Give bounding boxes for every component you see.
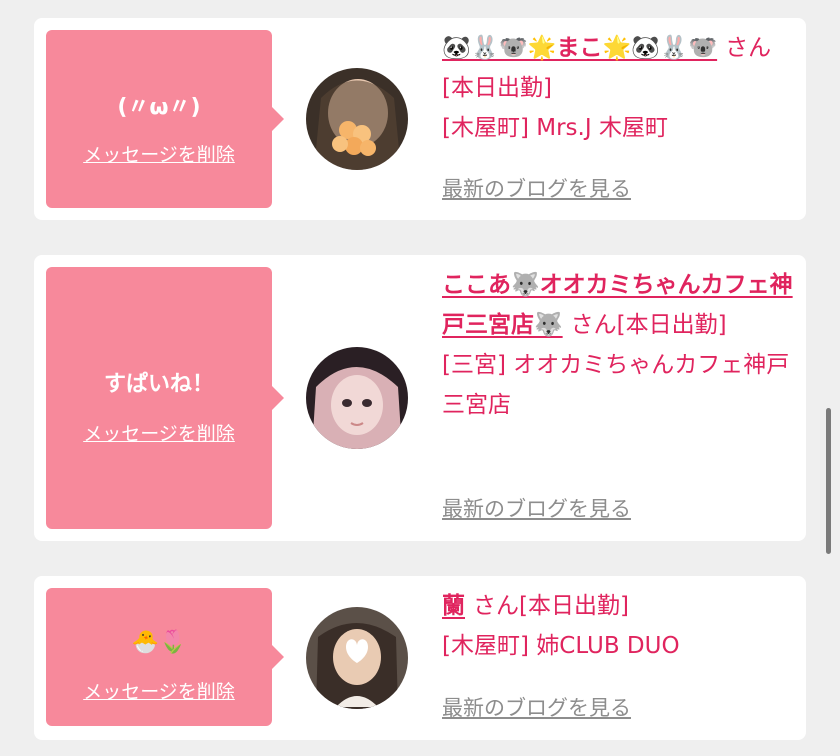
cast-name-link[interactable]: 🐼🐰🐨🌟まこ🌟🐼🐰🐨 — [442, 35, 717, 61]
message-bubble: (〃ω〃) メッセージを削除 — [46, 30, 284, 208]
cast-info: 🐼🐰🐨🌟まこ🌟🐼🐰🐨 さん [本日出勤] [木屋町] Mrs.J 木屋町 — [442, 28, 794, 148]
latest-blog-link[interactable]: 最新のブログを見る — [442, 495, 631, 523]
honorific-text: さん — [725, 35, 772, 61]
message-text: 🐣🌷 — [131, 630, 187, 655]
avatar[interactable] — [306, 347, 408, 449]
latest-blog-link[interactable]: 最新のブログを見る — [442, 694, 631, 722]
shop-text: [木屋町] Mrs.J 木屋町 — [442, 115, 668, 141]
delete-message-link[interactable]: メッセージを削除 — [46, 422, 272, 446]
scrollbar[interactable] — [826, 408, 831, 554]
status-text: [本日出勤] — [519, 593, 629, 619]
message-bubble: 🐣🌷 メッセージを削除 — [46, 588, 284, 726]
message-card: すぱいね！ メッセージを削除 ここあ🐺オオカミちゃんカフェ神戸三宮店🐺 さん[本日… — [34, 255, 806, 541]
message-text: すぱいね！ — [103, 372, 214, 397]
message-bubble: すぱいね！ メッセージを削除 — [46, 267, 284, 529]
honorific-text: さん — [473, 593, 519, 619]
avatar[interactable] — [306, 68, 408, 170]
shop-text: [三宮] オオカミちゃんカフェ神戸三宮店 — [442, 352, 790, 418]
shop-text: [木屋町] 姉CLUB DUO — [442, 633, 680, 659]
status-text: [本日出勤] — [442, 75, 552, 101]
status-text: [本日出勤] — [616, 312, 727, 338]
cast-info: 蘭さん[本日出勤] [木屋町] 姉CLUB DUO — [442, 586, 794, 666]
avatar[interactable] — [306, 607, 408, 709]
delete-message-link[interactable]: メッセージを削除 — [46, 680, 272, 704]
cast-info: ここあ🐺オオカミちゃんカフェ神戸三宮店🐺 さん[本日出勤] [三宮] オオカミちゃ… — [442, 265, 794, 425]
honorific-text: さん — [570, 312, 617, 338]
message-card: 🐣🌷 メッセージを削除 蘭さん[本日出勤] [木屋町] 姉CLUB DUO 最新… — [34, 576, 806, 740]
cast-name-link[interactable]: 蘭 — [442, 593, 465, 619]
message-text: (〃ω〃) — [117, 95, 201, 120]
delete-message-link[interactable]: メッセージを削除 — [46, 143, 272, 167]
message-card: (〃ω〃) メッセージを削除 🐼🐰🐨🌟まこ🌟🐼🐰🐨 さん [本日出勤] [木屋町] … — [34, 18, 806, 220]
latest-blog-link[interactable]: 最新のブログを見る — [442, 175, 631, 203]
